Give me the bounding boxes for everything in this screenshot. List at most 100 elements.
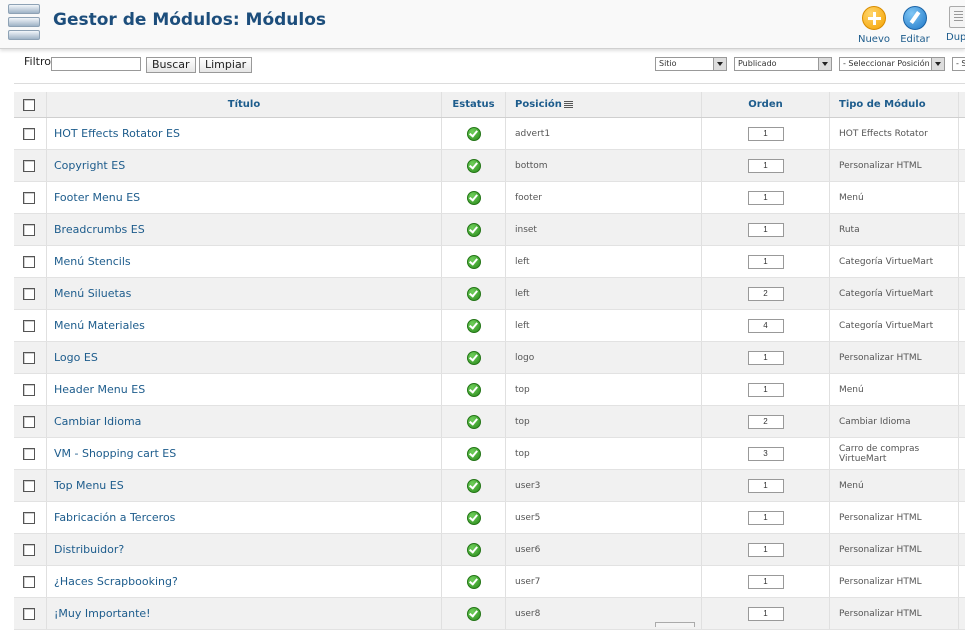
- row-checkbox[interactable]: [23, 351, 35, 364]
- order-input[interactable]: [747, 222, 784, 237]
- order-input[interactable]: [747, 286, 784, 301]
- module-title-link[interactable]: Header Menu ES: [54, 383, 145, 396]
- module-position: inset: [515, 224, 537, 235]
- row-checkbox[interactable]: [23, 511, 35, 524]
- column-position[interactable]: Posición: [505, 92, 701, 117]
- module-title-link[interactable]: Menú Stencils: [54, 255, 131, 268]
- chevron-down-icon: [931, 58, 944, 70]
- edit-button-label: Editar: [900, 34, 930, 45]
- order-input[interactable]: [747, 574, 784, 589]
- module-title-link[interactable]: Footer Menu ES: [54, 191, 140, 204]
- row-checkbox[interactable]: [23, 543, 35, 556]
- new-button-label: Nuevo: [857, 34, 890, 45]
- order-input[interactable]: [747, 158, 784, 173]
- filter-input[interactable]: [51, 57, 141, 71]
- clear-button[interactable]: Limpiar: [199, 57, 253, 73]
- order-input[interactable]: [747, 414, 784, 429]
- module-position: user8: [515, 608, 541, 619]
- module-title-link[interactable]: Distribuidor?: [54, 543, 124, 556]
- order-input[interactable]: [747, 350, 784, 365]
- published-icon[interactable]: [466, 606, 481, 621]
- module-position: left: [515, 288, 530, 299]
- order-input[interactable]: [747, 318, 784, 333]
- module-type: Personalizar HTML: [839, 576, 922, 587]
- row-checkbox[interactable]: [23, 607, 35, 620]
- order-input[interactable]: [747, 190, 784, 205]
- state-select-value: Publicado: [738, 59, 777, 68]
- module-title-link[interactable]: Copyright ES: [54, 159, 125, 172]
- published-icon[interactable]: [466, 222, 481, 237]
- module-title-link[interactable]: ¡Muy Importante!: [54, 607, 151, 620]
- table-row: Distribuidor? user6 Personalizar HTML: [14, 534, 965, 566]
- module-type: Personalizar HTML: [839, 608, 922, 619]
- row-checkbox[interactable]: [23, 191, 35, 204]
- module-title-link[interactable]: Menú Materiales: [54, 319, 145, 332]
- published-icon[interactable]: [466, 478, 481, 493]
- order-input[interactable]: [747, 254, 784, 269]
- row-checkbox[interactable]: [23, 447, 35, 460]
- published-icon[interactable]: [466, 542, 481, 557]
- module-title-link[interactable]: Fabricación a Terceros: [54, 511, 175, 524]
- module-title-link[interactable]: ¿Haces Scrapbooking?: [54, 575, 178, 588]
- published-icon[interactable]: [466, 190, 481, 205]
- search-button[interactable]: Buscar: [146, 57, 196, 73]
- extra-select[interactable]: - S: [952, 57, 965, 71]
- column-type[interactable]: Tipo de Módulo: [829, 92, 959, 117]
- module-title-link[interactable]: HOT Effects Rotator ES: [54, 127, 180, 140]
- published-icon[interactable]: [466, 254, 481, 269]
- module-title-link[interactable]: Top Menu ES: [54, 479, 124, 492]
- table-row: ¿Haces Scrapbooking? user7 Personalizar HT…: [14, 566, 965, 598]
- copy-button[interactable]: Dupli: [937, 6, 965, 43]
- copy-icon: [949, 6, 965, 28]
- row-checkbox[interactable]: [23, 159, 35, 172]
- edit-button[interactable]: Editar: [893, 6, 937, 45]
- table-row: Cambiar Idioma top Cambiar Idioma: [14, 406, 965, 438]
- row-checkbox[interactable]: [23, 255, 35, 268]
- published-icon[interactable]: [466, 158, 481, 173]
- order-input[interactable]: [747, 446, 784, 461]
- state-select[interactable]: Publicado: [734, 57, 832, 71]
- published-icon[interactable]: [466, 446, 481, 461]
- column-title[interactable]: Título: [46, 92, 441, 117]
- row-checkbox[interactable]: [23, 479, 35, 492]
- table-row: ¡Muy Importante! user8 Personalizar HTML: [14, 598, 965, 630]
- published-icon[interactable]: [466, 414, 481, 429]
- published-icon[interactable]: [466, 126, 481, 141]
- published-icon[interactable]: [466, 286, 481, 301]
- module-title-link[interactable]: Menú Siluetas: [54, 287, 131, 300]
- column-order[interactable]: Orden: [701, 92, 829, 117]
- module-title-link[interactable]: Breadcrumbs ES: [54, 223, 145, 236]
- published-icon[interactable]: [466, 510, 481, 525]
- row-checkbox[interactable]: [23, 383, 35, 396]
- row-checkbox[interactable]: [23, 127, 35, 140]
- new-button[interactable]: Nuevo: [852, 6, 896, 45]
- row-checkbox[interactable]: [23, 415, 35, 428]
- table-header: Título Estatus Posición Orden Tipo de Mó…: [14, 92, 965, 118]
- published-icon[interactable]: [466, 350, 481, 365]
- order-input[interactable]: [747, 542, 784, 557]
- divider: [14, 83, 965, 84]
- order-input[interactable]: [747, 510, 784, 525]
- row-checkbox[interactable]: [23, 575, 35, 588]
- row-checkbox[interactable]: [23, 319, 35, 332]
- published-icon[interactable]: [466, 574, 481, 589]
- select-all-checkbox[interactable]: [23, 98, 35, 111]
- position-select[interactable]: - Seleccionar Posición -: [839, 57, 945, 71]
- module-title-link[interactable]: Cambiar Idioma: [54, 415, 141, 428]
- table-row: Copyright ES bottom Personalizar HTML: [14, 150, 965, 182]
- module-title-link[interactable]: VM - Shopping cart ES: [54, 447, 176, 460]
- module-position: user7: [515, 576, 541, 587]
- order-input[interactable]: [747, 606, 784, 621]
- site-select[interactable]: Sitio: [655, 57, 727, 71]
- module-type: Personalizar HTML: [839, 512, 922, 523]
- column-status[interactable]: Estatus: [441, 92, 505, 117]
- row-checkbox[interactable]: [23, 287, 35, 300]
- order-input[interactable]: [747, 126, 784, 141]
- published-icon[interactable]: [466, 382, 481, 397]
- module-title-link[interactable]: Logo ES: [54, 351, 98, 364]
- order-input[interactable]: [747, 382, 784, 397]
- published-icon[interactable]: [466, 318, 481, 333]
- table-row: HOT Effects Rotator ES advert1 HOT Effects…: [14, 118, 965, 150]
- order-input[interactable]: [747, 478, 784, 493]
- row-checkbox[interactable]: [23, 223, 35, 236]
